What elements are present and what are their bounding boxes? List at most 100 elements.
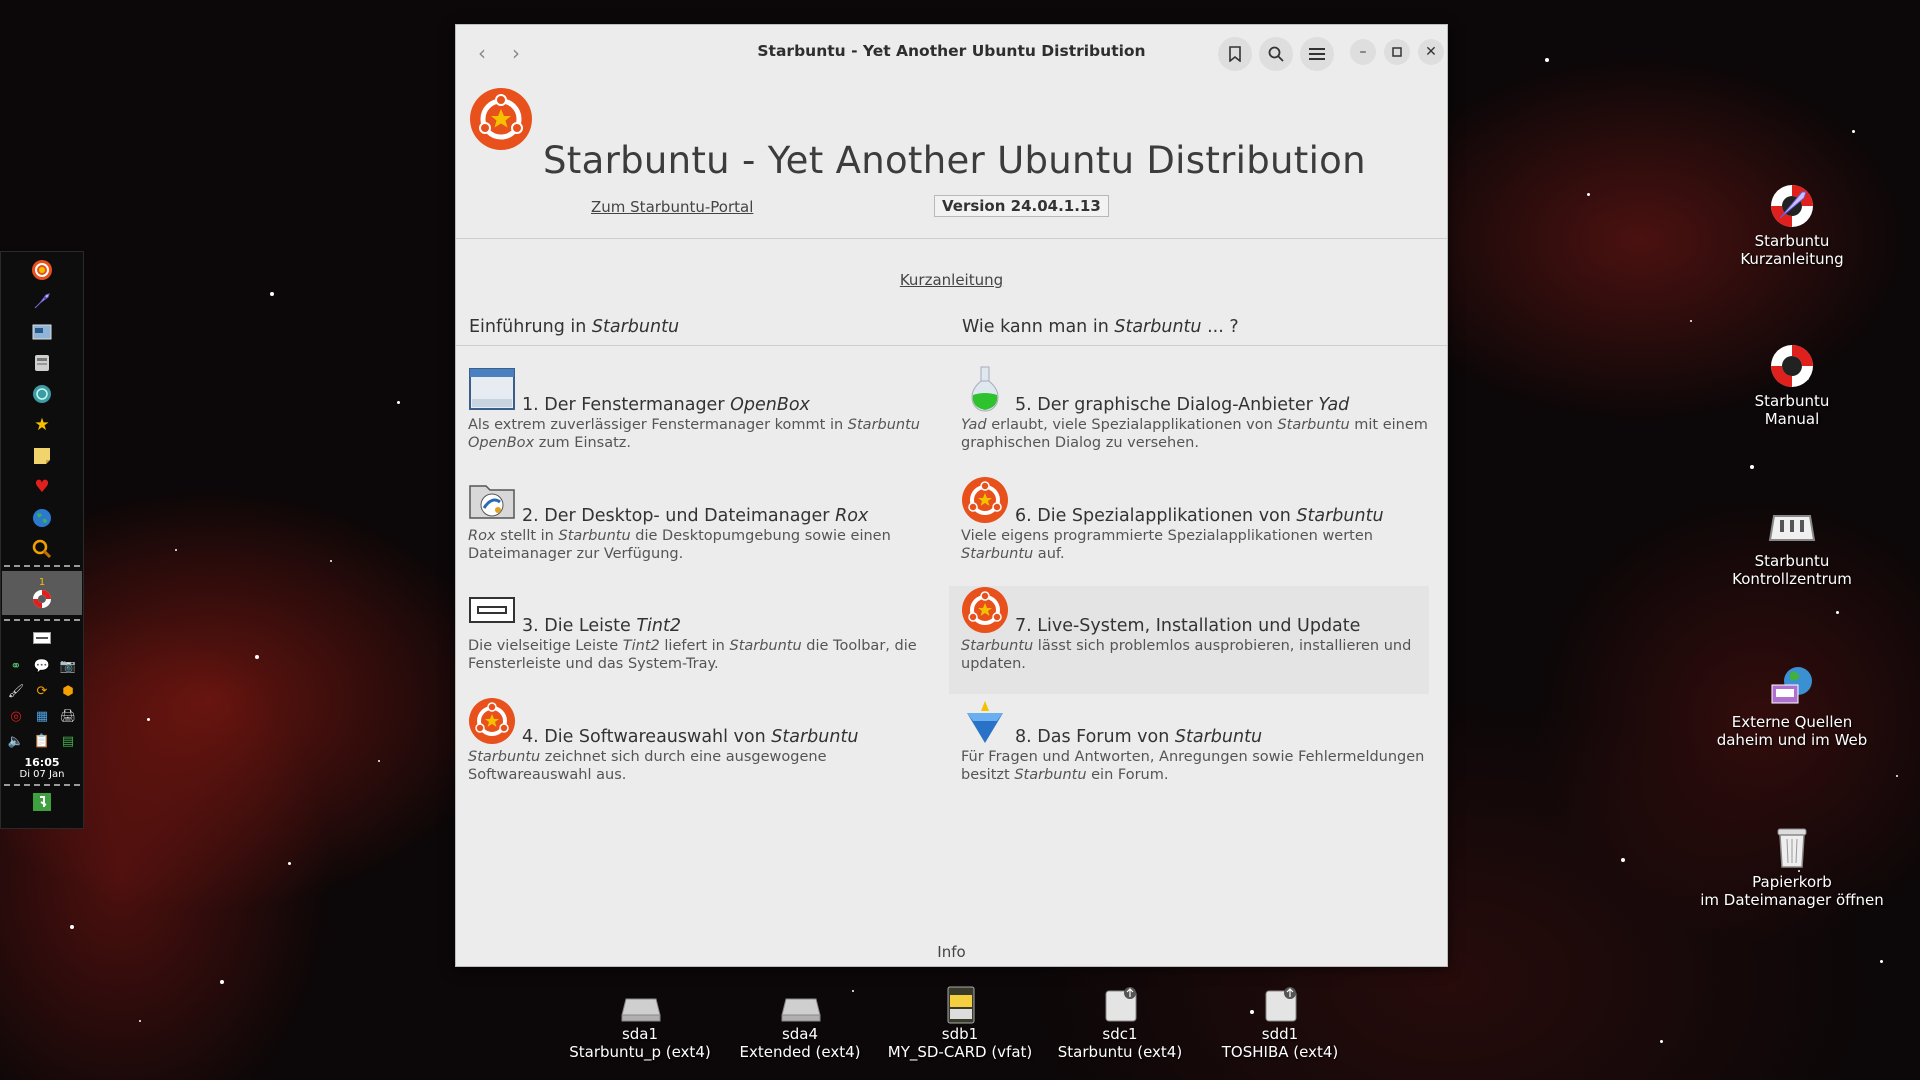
heading-emphasis: Starbuntu: [591, 317, 680, 337]
bookmark-button[interactable]: [1218, 37, 1252, 71]
star-dot: [1621, 858, 1625, 862]
keyboard-icon[interactable]: [31, 627, 53, 648]
drive-icon[interactable]: sda1 Starbuntu_p (ext4): [555, 985, 725, 1061]
drive-icon[interactable]: sdc1 Starbuntu (ext4): [1035, 985, 1205, 1061]
close-button[interactable]: ✕: [1418, 39, 1444, 65]
note-icon[interactable]: [30, 444, 54, 468]
usb-drive-icon: [1100, 985, 1140, 1025]
taskbar-active-window[interactable]: 1: [2, 571, 82, 615]
starbuntu-logo-icon[interactable]: [961, 476, 1009, 524]
description-text: erlaubt, viele Spezialapplikationen von: [986, 417, 1278, 433]
desktop-icon[interactable]: Papierkorb im Dateimanager öffnen: [1692, 823, 1892, 909]
topic-title[interactable]: 1. Der Fenstermanager OpenBox: [522, 395, 810, 415]
image-editor-icon[interactable]: 🖌: [5, 681, 27, 702]
tray-top: [1, 625, 83, 652]
starbuntu-logo-icon[interactable]: [468, 697, 516, 745]
topic-item[interactable]: 7. Live-System, Installation und Update S…: [949, 586, 1429, 694]
drive-icon[interactable]: sdb1 MY_SD-CARD (vfat): [875, 985, 1045, 1061]
topic-title[interactable]: 6. Die Spezialapplikationen von Starbunt…: [1015, 506, 1384, 526]
earth-icon[interactable]: [30, 506, 54, 530]
minimize-button[interactable]: –: [1350, 39, 1376, 65]
info-label[interactable]: Info: [456, 943, 1447, 961]
topic-item[interactable]: 6. Die Spezialapplikationen von Starbunt…: [949, 476, 1429, 584]
description-text: liefert in: [659, 638, 730, 654]
heart-icon[interactable]: ♥: [30, 475, 54, 499]
quick-guide-link[interactable]: Kurzanleitung: [900, 271, 1003, 289]
topic-title[interactable]: 2. Der Desktop- und Dateimanager Rox: [522, 506, 868, 526]
topic-description: Starbuntu lässt sich problemlos ausprobi…: [961, 637, 1431, 673]
trash-icon: [1768, 823, 1816, 871]
star-dot: [378, 760, 380, 762]
description-emphasis: Starbuntu: [1014, 767, 1087, 783]
desktop-icon[interactable]: Starbuntu Kontrollzentrum: [1692, 502, 1892, 588]
update-icon[interactable]: ⟳: [31, 681, 53, 702]
heading-text: ... ?: [1201, 317, 1239, 337]
desktop-icon[interactable]: Starbuntu Manual: [1692, 342, 1892, 428]
topic-title[interactable]: 7. Live-System, Installation und Update: [1015, 616, 1360, 636]
lifebuoy-icon[interactable]: ◎: [5, 706, 27, 727]
tint2-panel: ★ ♥ 1 ⚭ 💬 📷 🖌 ⟳ ⬢ ◎ ▦ 🖨 🔈 📋 ▤ 16:05 Di 0…: [0, 251, 84, 829]
maximize-button[interactable]: [1384, 39, 1410, 65]
topic-item[interactable]: 8. Das Forum von Starbuntu Für Fragen und…: [949, 697, 1429, 805]
rocket-icon[interactable]: [30, 289, 54, 313]
topic-title-emphasis: OpenBox: [730, 395, 810, 415]
screenshot-icon[interactable]: [30, 320, 54, 344]
title-bar[interactable]: ‹ › Starbuntu - Yet Another Ubuntu Distr…: [456, 25, 1447, 78]
topic-title-emphasis: Tint2: [636, 616, 681, 636]
topic-title-text: 3. Die Leiste: [522, 616, 637, 636]
apps-grid-icon[interactable]: ▦: [31, 706, 53, 727]
description-emphasis: Tint2: [622, 638, 660, 654]
topic-item[interactable]: 1. Der Fenstermanager OpenBox Als extrem …: [456, 365, 936, 473]
chat-icon[interactable]: 💬: [31, 656, 53, 677]
rocket-lifebuoy-icon: [1768, 182, 1816, 230]
topic-title[interactable]: 8. Das Forum von Starbuntu: [1015, 727, 1262, 747]
search-icon[interactable]: [30, 537, 54, 561]
desktop-icon[interactable]: Externe Quellen daheim und im Web: [1692, 663, 1892, 749]
flask-icon[interactable]: [961, 365, 1009, 413]
desktop-number: 1: [38, 576, 46, 588]
system-monitor-icon[interactable]: ▤: [57, 731, 79, 752]
forum-icon[interactable]: [961, 697, 1009, 745]
panel-icon[interactable]: [468, 586, 516, 634]
printer-icon[interactable]: [30, 351, 54, 375]
description-emphasis: Yad: [961, 417, 987, 433]
globe-icon[interactable]: [30, 382, 54, 406]
network-icon[interactable]: ⚭: [5, 656, 27, 677]
star-dot: [1660, 1040, 1663, 1043]
starbuntu-logo-icon[interactable]: [30, 258, 54, 282]
camera-icon[interactable]: 📷: [57, 656, 79, 677]
exit-icon[interactable]: [30, 790, 54, 814]
package-icon[interactable]: ⬢: [57, 681, 79, 702]
topic-item[interactable]: 3. Die Leiste Tint2 Die vielseitige Leist…: [456, 586, 936, 694]
topic-title[interactable]: 4. Die Softwareauswahl von Starbuntu: [522, 727, 858, 747]
portal-link[interactable]: Zum Starbuntu-Portal: [591, 198, 753, 216]
topic-title[interactable]: 3. Die Leiste Tint2: [522, 616, 681, 636]
clock[interactable]: 16:05 Di 07 Jan: [1, 756, 83, 780]
menu-button[interactable]: [1300, 37, 1334, 71]
desktop-icon[interactable]: Starbuntu Kurzanleitung: [1692, 182, 1892, 268]
drive-label: Starbuntu (ext4): [1057, 1043, 1183, 1061]
starbuntu-logo-icon[interactable]: [961, 586, 1009, 634]
topic-item[interactable]: 4. Die Softwareauswahl von Starbuntu Star…: [456, 697, 936, 805]
star-dot: [220, 980, 224, 984]
window-icon[interactable]: [468, 365, 516, 413]
topic-item[interactable]: 2. Der Desktop- und Dateimanager Rox Rox …: [456, 476, 936, 584]
desktop-icon-label: Externe Quellen: [1731, 713, 1853, 731]
topic-item[interactable]: 5. Der graphische Dialog-Anbieter Yad Yad…: [949, 365, 1429, 473]
starbuntu-logo-icon: [470, 88, 532, 150]
volume-icon[interactable]: 🔈: [5, 731, 27, 752]
drive-name: sdb1: [941, 1025, 979, 1043]
file-manager-icon[interactable]: [468, 476, 516, 524]
star-dot: [1896, 775, 1898, 777]
topic-title[interactable]: 5. Der graphische Dialog-Anbieter Yad: [1015, 395, 1349, 415]
clipboard-icon[interactable]: 📋: [31, 731, 53, 752]
star-dot: [330, 560, 332, 562]
logout-area: [1, 790, 83, 814]
drive-name: sda1: [621, 1025, 659, 1043]
printer-tray-icon[interactable]: 🖨: [57, 706, 79, 727]
search-button[interactable]: [1259, 37, 1293, 71]
drive-name: sda4: [781, 1025, 819, 1043]
drive-icon[interactable]: sdd1 TOSHIBA (ext4): [1195, 985, 1365, 1061]
drive-icon[interactable]: sda4 Extended (ext4): [715, 985, 885, 1061]
star-icon[interactable]: ★: [30, 413, 54, 437]
